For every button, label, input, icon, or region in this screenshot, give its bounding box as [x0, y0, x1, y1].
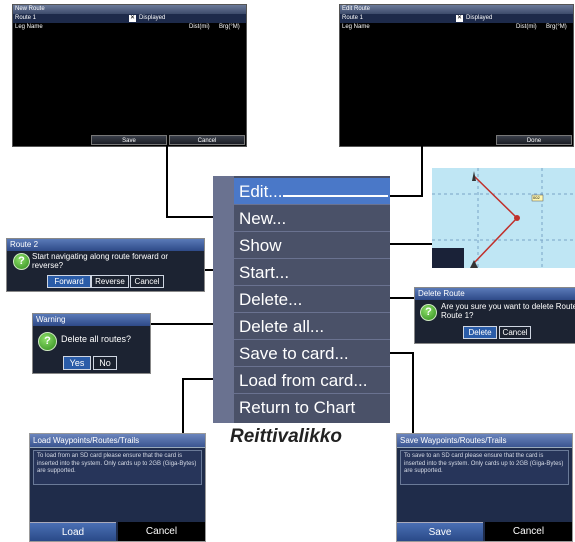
menu-item-start[interactable]: Start... — [234, 259, 390, 286]
displayed-label: Displayed — [139, 15, 166, 21]
yes-button[interactable]: Yes — [63, 356, 91, 370]
delete-button[interactable]: Delete — [463, 326, 497, 339]
load-panel: Load Waypoints/Routes/Trails To load fro… — [29, 433, 206, 542]
displayed-checkbox[interactable]: ✕ — [456, 15, 463, 22]
menu-rail — [213, 176, 234, 423]
load-button[interactable]: Load — [30, 522, 116, 541]
warning-dialog: Warning ? Delete all routes? Yes No — [32, 313, 151, 374]
save-button[interactable]: Save — [91, 135, 167, 145]
menu-item-delete[interactable]: Delete... — [234, 286, 390, 313]
dialog-message: Delete all routes? — [61, 334, 132, 344]
dialog-title: Delete Route — [415, 288, 575, 300]
dialog-title: Route 2 — [7, 239, 204, 251]
cancel-button[interactable]: Cancel — [118, 522, 205, 541]
window-footer: Done — [340, 134, 573, 146]
new-route-window: New Route Route 1 ✕ Displayed Leg Name D… — [12, 4, 247, 147]
forward-button[interactable]: Forward — [47, 275, 91, 288]
menu-item-delete-all[interactable]: Delete all... — [234, 313, 390, 340]
dialog-message: Are you sure you want to delete Route Ro… — [441, 302, 575, 320]
route-name-row[interactable]: Route 1 ✕ Displayed — [13, 14, 246, 23]
chart-map-graphic — [432, 168, 575, 268]
cancel-button[interactable]: Cancel — [499, 326, 531, 339]
connector-edit-menu — [283, 195, 388, 197]
window-title: Edit Route — [340, 5, 573, 14]
done-button[interactable]: Done — [496, 135, 572, 145]
window-footer: Save Cancel — [13, 134, 246, 146]
connector-edit — [421, 145, 423, 196]
panel-title: Load Waypoints/Routes/Trails — [30, 434, 205, 448]
route-name-field[interactable]: Route 1 — [13, 15, 36, 21]
chart-map[interactable]: 002 — [432, 168, 575, 268]
route-menu: Edit... New... Show Start... Delete... D… — [213, 176, 390, 423]
route-name-field[interactable]: Route 1 — [340, 15, 363, 21]
menu-item-load-from-card[interactable]: Load from card... — [234, 367, 390, 394]
edit-route-window: Edit Route Route 1 ✕ Displayed Leg Name … — [339, 4, 574, 147]
connector-new — [166, 145, 168, 217]
question-icon: ? — [38, 332, 57, 351]
dialog-title: Warning — [33, 314, 150, 326]
menu-item-return-to-chart[interactable]: Return to Chart — [234, 394, 390, 421]
col-leg-name: Leg Name — [342, 24, 370, 30]
displayed-checkbox[interactable]: ✕ — [129, 15, 136, 22]
no-button[interactable]: No — [93, 356, 117, 370]
waypoint-label: 002 — [533, 195, 540, 200]
panel-message: To load from an SD card please ensure th… — [33, 450, 202, 485]
save-panel: Save Waypoints/Routes/Trails To save to … — [396, 433, 573, 542]
col-brg: Brg(°M) — [546, 24, 567, 30]
delete-route-dialog: Delete Route ? Are you sure you want to … — [414, 287, 575, 344]
leg-header-row: Leg Name Dist(mi) Brg(°M) — [340, 23, 573, 32]
cancel-button[interactable]: Cancel — [130, 275, 164, 288]
displayed-label: Displayed — [466, 15, 493, 21]
menu-item-save-to-card[interactable]: Save to card... — [234, 340, 390, 367]
route-name-row[interactable]: Route 1 ✕ Displayed — [340, 14, 573, 23]
connector-load-v — [182, 378, 184, 434]
col-brg: Brg(°M) — [219, 24, 240, 30]
panel-message: To save to an SD card please ensure that… — [400, 450, 569, 485]
question-icon: ? — [13, 253, 30, 270]
col-dist: Dist(mi) — [189, 24, 210, 30]
start-route-dialog: Route 2 ? Start navigating along route f… — [6, 238, 205, 292]
cancel-button[interactable]: Cancel — [485, 522, 572, 541]
cancel-button[interactable]: Cancel — [169, 135, 245, 145]
menu-item-show[interactable]: Show — [234, 232, 390, 259]
connector-save-v — [412, 352, 414, 434]
question-icon: ? — [420, 304, 437, 321]
menu-item-new[interactable]: New... — [234, 205, 390, 232]
col-dist: Dist(mi) — [516, 24, 537, 30]
caption: Reittivalikko — [230, 426, 342, 447]
leg-header-row: Leg Name Dist(mi) Brg(°M) — [13, 23, 246, 32]
col-leg-name: Leg Name — [15, 24, 43, 30]
menu-item-edit[interactable]: Edit... — [234, 178, 390, 205]
reverse-button[interactable]: Reverse — [91, 275, 129, 288]
save-button[interactable]: Save — [397, 522, 483, 541]
dialog-message: Start navigating along route forward or … — [32, 252, 169, 270]
panel-title: Save Waypoints/Routes/Trails — [397, 434, 572, 448]
window-title: New Route — [13, 5, 246, 14]
